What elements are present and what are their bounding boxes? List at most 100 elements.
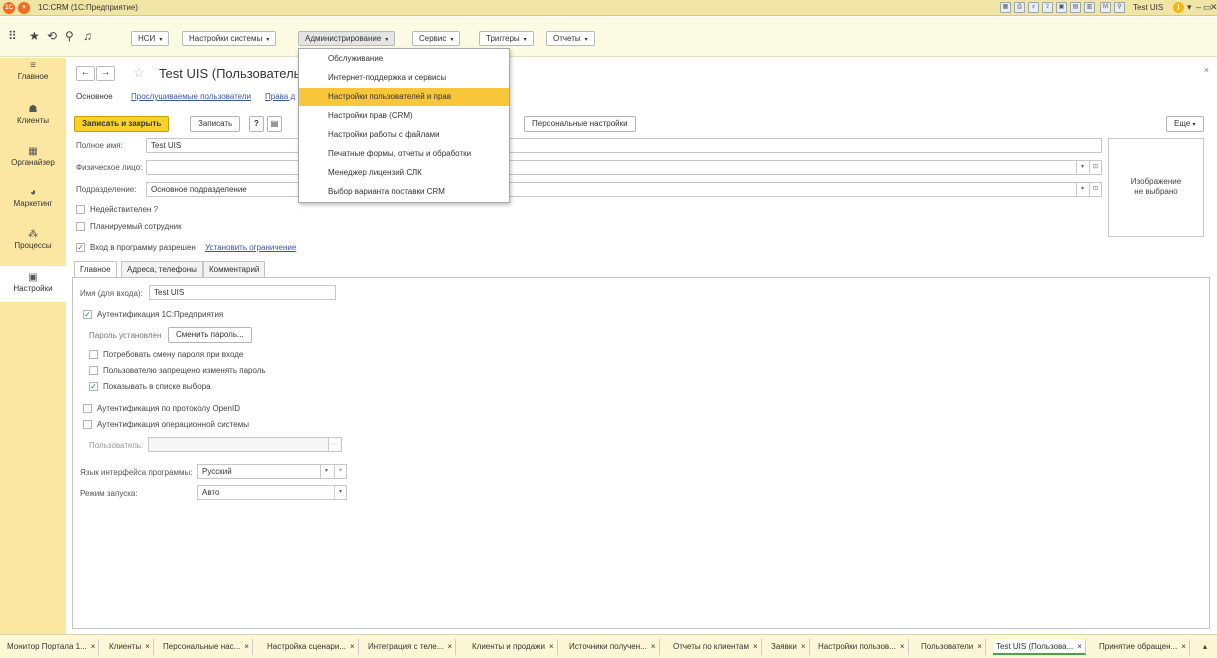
tab-main[interactable]: Основное — [76, 92, 113, 101]
memory-icon[interactable]: M — [1100, 2, 1111, 13]
personal-settings-button[interactable]: Персональные настройки — [524, 116, 636, 132]
window-tab[interactable]: Клиенты × — [106, 639, 154, 655]
login-name-field[interactable]: Test UIS — [149, 285, 336, 300]
close-icon[interactable]: × — [1077, 642, 1082, 651]
menu-item-user-rights-settings[interactable]: Настройки пользователей и прав — [299, 88, 509, 106]
os-user-field[interactable] — [148, 437, 342, 452]
login-allowed-checkbox[interactable]: ✓ — [76, 243, 85, 252]
menu-item-file-settings[interactable]: Настройки работы с файлами — [299, 126, 509, 144]
dropdown-chevron-icon[interactable]: ▾ — [1076, 161, 1088, 174]
calendar-icon[interactable]: ▤ — [1070, 2, 1081, 13]
open-link-icon[interactable]: ⊡ — [1089, 161, 1101, 174]
list-icon[interactable]: ▤ — [267, 116, 282, 132]
menu-item-crm-edition[interactable]: Выбор варианта поставки CRM — [299, 183, 509, 201]
planned-employee-checkbox[interactable] — [76, 222, 85, 231]
minimize-icon[interactable]: – — [1196, 2, 1201, 12]
close-icon[interactable]: × — [801, 642, 806, 651]
menu-item-print-forms[interactable]: Печатные формы, отчеты и обработки — [299, 145, 509, 163]
division-field[interactable]: Основное подразделение — [146, 182, 1102, 197]
favorite-star-icon[interactable]: ☆ — [133, 65, 145, 81]
launch-mode-select[interactable]: Авто — [197, 485, 347, 500]
window-tab-active[interactable]: Test UIS (Пользова... × — [993, 639, 1086, 655]
favorites-star-icon[interactable]: ★ — [29, 29, 40, 43]
close-icon[interactable]: × — [145, 642, 150, 651]
grid-icon[interactable]: ▦ — [1000, 2, 1011, 13]
app-menu-chevron-icon[interactable]: ▾ — [18, 2, 30, 14]
select-ellipsis-icon[interactable]: … — [328, 438, 340, 451]
inner-tab-comment[interactable]: Комментарий — [203, 261, 266, 277]
search-icon[interactable]: ⚲ — [65, 29, 74, 43]
scroll-up-icon[interactable]: ▴ — [1200, 639, 1210, 655]
window-tab[interactable]: Заявки × — [768, 639, 810, 655]
menu-item-crm-rights[interactable]: Настройки прав (CRM) — [299, 107, 509, 125]
window-tab[interactable]: Интеграция с теле... × — [365, 639, 457, 655]
window-tab[interactable]: Принятие обращен... × — [1096, 639, 1190, 655]
invalid-checkbox[interactable] — [76, 205, 85, 214]
current-user[interactable]: Test UIS — [1133, 3, 1163, 12]
print-icon[interactable]: ⎙ — [1014, 2, 1025, 13]
menu-nsi[interactable]: НСИ ▾ — [131, 31, 170, 46]
window-tab[interactable]: Монитор Портала 1... × — [4, 639, 100, 655]
forward-button[interactable]: → — [96, 66, 115, 81]
forbid-password-change-checkbox[interactable] — [89, 366, 98, 375]
dropdown-chevron-icon[interactable]: ▾ — [334, 486, 346, 499]
close-icon[interactable]: × — [350, 642, 355, 651]
window-tab[interactable]: Настройка сценари... × — [264, 639, 359, 655]
close-icon[interactable]: × — [91, 642, 96, 651]
tab-monitored-users[interactable]: Прослушиваемые пользователи — [131, 92, 251, 101]
window-tab[interactable]: Отчеты по клиентам × — [670, 639, 762, 655]
auth-os-checkbox[interactable] — [83, 420, 92, 429]
close-icon[interactable]: × — [1181, 642, 1186, 651]
save-and-close-button[interactable]: Записать и закрыть — [74, 116, 170, 132]
menu-system-settings[interactable]: Настройки системы ▾ — [182, 31, 277, 46]
person-field[interactable] — [146, 160, 1102, 175]
upload-icon[interactable]: ⇪ — [1042, 2, 1053, 13]
calculator-icon[interactable]: ▥ — [1084, 2, 1095, 13]
history-icon[interactable]: ⟲ — [47, 29, 57, 43]
show-in-list-checkbox[interactable]: ✓ — [89, 382, 98, 391]
close-icon[interactable]: × — [977, 642, 982, 651]
sidebar-item-settings[interactable]: ▣ Настройки — [0, 266, 66, 302]
help-icon[interactable]: ? — [154, 205, 158, 214]
sidebar-item-clients[interactable]: ☗ Клиенты — [0, 104, 66, 140]
change-password-button[interactable]: Сменить пароль... — [168, 327, 252, 343]
sidebar-item-main[interactable]: ≡ Главное — [0, 60, 66, 96]
menu-item-maintenance[interactable]: Обслуживание — [299, 50, 509, 68]
window-tab[interactable]: Источники получен... × — [566, 639, 660, 655]
sidebar-item-organizer[interactable]: ▦ Органайзер — [0, 146, 66, 182]
dropdown-chevron-icon[interactable]: ▾ — [320, 465, 332, 478]
window-tab[interactable]: Клиенты и продажи × — [469, 639, 558, 655]
close-icon[interactable]: × — [651, 642, 656, 651]
window-tab[interactable]: Настройки пользов... × — [815, 639, 909, 655]
sidebar-item-marketing[interactable]: ◕ Маркетинг — [0, 187, 66, 223]
app-logo-icon[interactable]: 1C — [3, 2, 15, 14]
menu-reports[interactable]: Отчеты ▾ — [546, 31, 595, 46]
tab-rights[interactable]: Права д — [265, 92, 295, 101]
search-icon[interactable]: ⌕ — [1028, 2, 1039, 13]
window-tab[interactable]: Персональные нас... × — [160, 639, 253, 655]
close-icon[interactable]: ✕ — [1210, 2, 1217, 13]
close-icon[interactable]: × — [447, 642, 452, 651]
menu-item-license-manager[interactable]: Менеджер лицензий СЛК — [299, 164, 509, 182]
back-button[interactable]: ← — [76, 66, 95, 81]
notifications-bell-icon[interactable]: ♫ — [83, 29, 92, 43]
save-button[interactable]: Записать — [190, 116, 241, 132]
close-icon[interactable]: × — [549, 642, 554, 651]
menu-triggers[interactable]: Триггеры ▾ — [479, 31, 534, 46]
zoom-icon[interactable]: ⚲ — [1114, 2, 1125, 13]
close-icon[interactable]: × — [900, 642, 905, 651]
set-restriction-link[interactable]: Установить ограничение — [205, 243, 296, 252]
menu-administration[interactable]: Администрирование ▾ — [298, 31, 396, 46]
inner-tab-main[interactable]: Главное — [74, 261, 117, 278]
full-name-field[interactable]: Test UIS — [146, 138, 1102, 153]
dropdown-chevron-icon[interactable]: ▾ — [1076, 183, 1088, 196]
require-password-change-checkbox[interactable] — [89, 350, 98, 359]
close-icon[interactable]: × — [753, 642, 758, 651]
info-icon[interactable]: i — [1173, 2, 1184, 13]
chevron-down-icon[interactable]: ▾ — [1187, 2, 1192, 13]
open-link-icon[interactable]: ⊡ — [1089, 183, 1101, 196]
close-icon[interactable]: × — [1204, 65, 1209, 75]
apps-grid-icon[interactable]: ⠿ — [8, 29, 17, 43]
more-button[interactable]: Еще ▾ — [1166, 116, 1204, 132]
inner-tab-addresses[interactable]: Адреса, телефоны — [121, 261, 203, 277]
